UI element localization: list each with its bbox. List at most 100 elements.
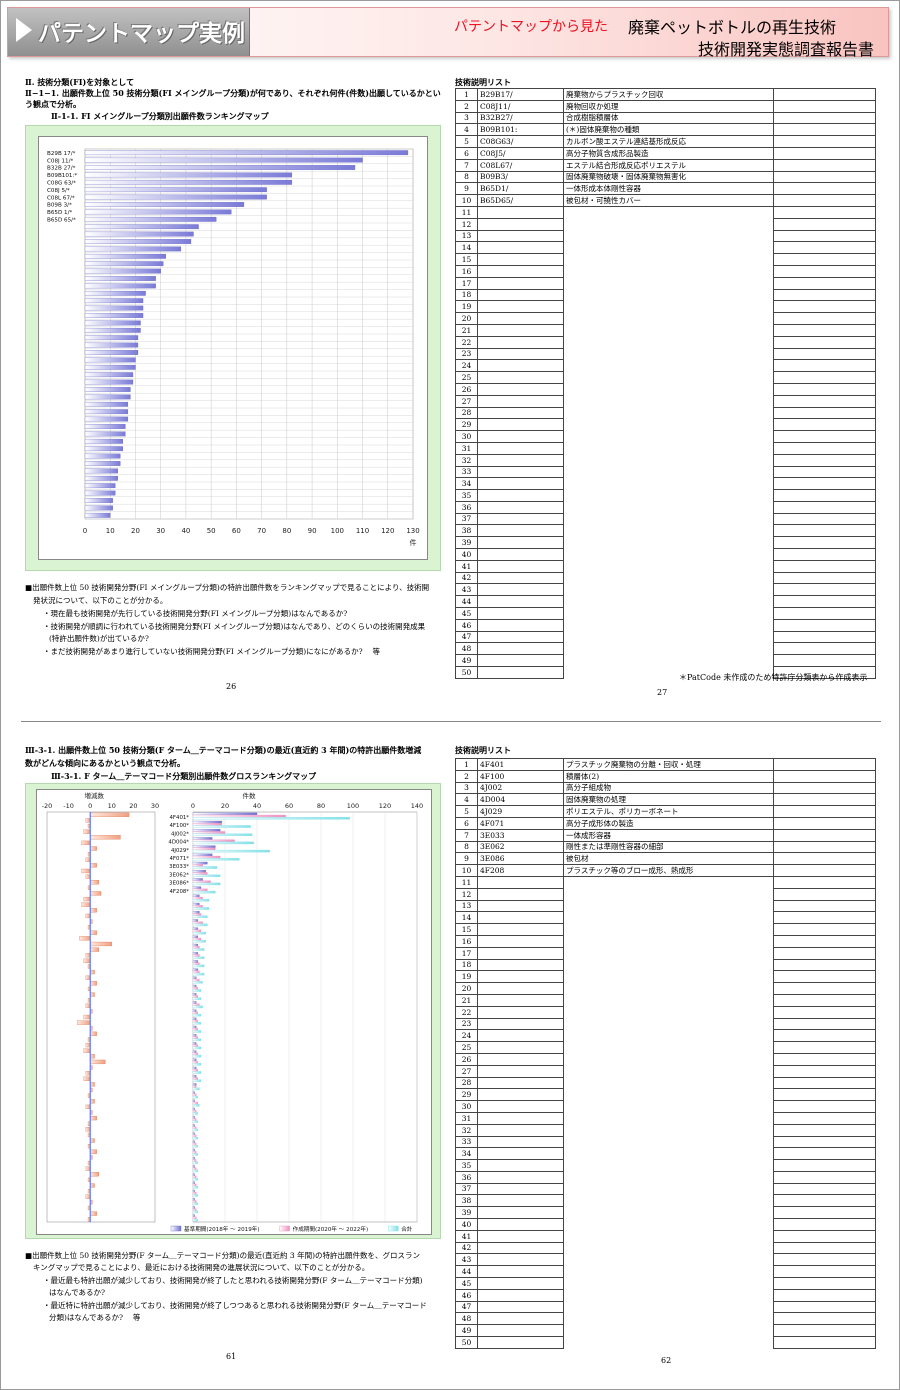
x-tick-label: 80: [317, 802, 325, 810]
cell-no: 7: [455, 158, 478, 172]
cell-no: 34: [455, 1147, 478, 1161]
gross-chart-frame: 増減数 -20 -10 0 10 20 30 件数 0 20 40 60 80 100 120 140 4F40…: [25, 783, 441, 1239]
bar: [84, 320, 141, 326]
cell-blank: [773, 934, 876, 948]
table-row: 10 4F208 プラスチック等のブロー成形、熱成形: [455, 864, 876, 877]
cell-blank: [563, 994, 774, 1007]
table-row-empty: 36: [455, 500, 876, 514]
grouped-bar: [192, 1192, 197, 1195]
bar: [84, 431, 126, 437]
table-row: 2 4F100 積層体(2): [455, 769, 876, 783]
cell-no: 24: [455, 359, 478, 373]
table-row-empty: 22: [455, 335, 876, 349]
cell-desc: 固体廃棄物の処理: [563, 793, 774, 807]
cell-blank: [563, 1253, 774, 1266]
grouped-bar: [192, 894, 200, 898]
grouped-bar: [192, 1175, 197, 1179]
y-tick-label: 4F100*: [169, 823, 189, 829]
grouped-plot-area: [192, 811, 418, 1223]
cell-blank: [477, 982, 564, 995]
cell-blank: [563, 1336, 774, 1349]
cell-blank: [563, 607, 774, 620]
cell-desc: 被包材・可撓性カバー: [563, 194, 774, 207]
x-tick-label: 120: [381, 527, 394, 535]
cell-blank: [477, 1006, 564, 1019]
diverging-bar: [90, 908, 97, 913]
grouped-bar: [192, 866, 218, 869]
cell-blank: [477, 560, 564, 573]
summary-point-2b: 分類)はなんであるか? 等: [49, 1313, 141, 1322]
cell-no: 46: [455, 1288, 478, 1302]
table-row-empty: 47: [455, 1300, 876, 1314]
cell-blank: [477, 1171, 564, 1184]
y-tick-label: B65D 65/*: [47, 218, 76, 224]
cell-no: 27: [455, 394, 478, 408]
diverging-bar: [90, 930, 97, 935]
cell-blank: [773, 500, 876, 514]
cell-blank: [773, 264, 876, 278]
page-divider: [21, 721, 881, 722]
tech-list-title: 技術説明リスト: [455, 745, 511, 755]
cell-blank: [477, 666, 564, 679]
table-row-empty: 16: [455, 264, 876, 278]
tech-list-table-62: 1 4F401 プラスチック廃棄物の分離・回収・処理 2 4F100 積層体(2) 3 4J0…: [455, 758, 876, 1349]
grouped-bar: [192, 1093, 197, 1097]
cell-no: 41: [455, 1229, 478, 1243]
grouped-bar: [192, 1077, 198, 1080]
cell-blank: [773, 1312, 876, 1326]
bar: [84, 505, 113, 511]
table-row-empty: 23: [455, 1017, 876, 1031]
grouped-bar: [192, 1028, 198, 1031]
grouped-bar: [192, 1173, 195, 1176]
grouped-bar: [192, 1079, 202, 1082]
chart-title: Ⅲ-3-1. F ターム＿テーマコード分類別出願件数グロスランキングマップ: [51, 771, 317, 781]
cell-blank: [477, 383, 564, 396]
bar: [84, 157, 363, 163]
cell-blank: [477, 1265, 564, 1279]
cell-blank: [773, 123, 876, 137]
cell-blank: [773, 430, 876, 443]
grouped-bar: [192, 1052, 198, 1056]
cell-no: 17: [455, 946, 478, 960]
cell-blank: [773, 1088, 876, 1102]
cell-blank: [563, 1183, 774, 1195]
cell-blank: [773, 630, 876, 644]
x-tick-label: 10: [108, 802, 116, 810]
grouped-bar: [192, 896, 203, 900]
cell-no: 33: [455, 1135, 478, 1149]
cell-blank: [563, 253, 774, 266]
x-tick-label: 20: [221, 802, 229, 810]
grouped-bar: [192, 1183, 197, 1187]
y-tick-label: 3E033*: [169, 864, 189, 870]
cell-code: 3E033: [477, 828, 564, 842]
grouped-bar: [192, 1151, 197, 1154]
cell-blank: [563, 513, 774, 525]
grouped-bar: [192, 1120, 198, 1123]
cell-blank: [563, 1053, 774, 1066]
cell-blank: [563, 631, 774, 643]
grouped-bar: [192, 858, 240, 861]
cell-blank: [477, 1206, 564, 1220]
cell-blank: [477, 1147, 564, 1161]
y-tick-label: B09B101:*: [47, 173, 77, 179]
y-tick-label: B29B 17/*: [47, 151, 76, 157]
cell-no: 14: [455, 241, 478, 255]
grouped-bar: [192, 1208, 197, 1211]
diverging-bar: [90, 1149, 97, 1154]
cell-blank: [563, 982, 774, 995]
cell-code: 4F401: [477, 758, 564, 771]
y-tick-label: 4F071*: [169, 856, 189, 862]
header-subtitle: パテントマップから見た: [454, 19, 608, 35]
cell-blank: [773, 1029, 876, 1043]
grouped-bar: [192, 1071, 202, 1074]
cell-blank: [563, 524, 774, 537]
grouped-bar: [192, 1136, 198, 1140]
cell-blank: [773, 864, 876, 877]
grouped-bar: [192, 943, 198, 947]
cell-no: 12: [455, 887, 478, 901]
table-row-empty: 41: [455, 1229, 876, 1243]
cell-blank: [773, 1229, 876, 1243]
cell-desc: カルボン酸エステル連結基形成反応: [563, 135, 774, 148]
table-row-empty: 13: [455, 229, 876, 243]
diverging-bar: [81, 868, 91, 874]
